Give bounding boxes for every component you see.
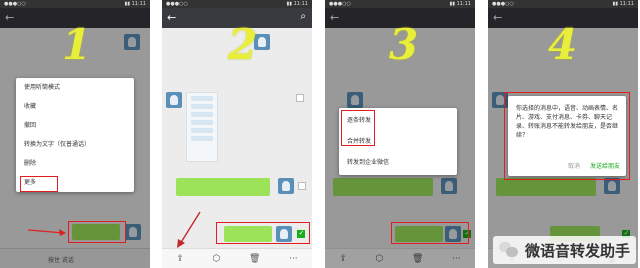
- trash-icon[interactable]: 🗑: [249, 254, 260, 264]
- highlight-box: [216, 222, 310, 244]
- status-bar: ●●●○○ ▮▮ 11:11: [0, 0, 150, 8]
- arrow-icon: [177, 211, 201, 248]
- more-icon[interactable]: ···: [289, 254, 298, 264]
- highlight-box: [20, 176, 58, 192]
- screenshot-step-3: ●●●○○▮▮ 11:11 ← ⇪ ⬡ 🗑 ··· 逐条转发 合并转发 转发到企…: [325, 0, 475, 268]
- wechat-logo-icon: [498, 242, 519, 258]
- status-bar: ●●●○○ ▮▮ 11:11: [488, 0, 638, 8]
- context-menu: 使用听筒模式 收藏 撤回 转换为文字（仅普通话） 删除 更多: [16, 78, 134, 192]
- screenshot-step-2: ●●●○○▮▮ 11:11 ← ⌕ ⇪ ⬡ 🗑 ··· 2: [162, 0, 312, 268]
- voice-bubble[interactable]: [176, 178, 270, 196]
- watermark: 微语音转发助手: [492, 236, 636, 264]
- step-number: 1: [62, 20, 92, 69]
- avatar: [166, 92, 182, 108]
- search-icon[interactable]: ⌕: [300, 11, 306, 22]
- step-number: 4: [548, 20, 578, 69]
- status-bar: ●●●○○ ▮▮ 11:11: [325, 0, 475, 8]
- menu-item-forward-to-wework[interactable]: 转发到企业微信: [339, 152, 457, 173]
- menu-item-convert-to-text[interactable]: 转换为文字（仅普通话）: [16, 135, 134, 154]
- avatar: [278, 178, 294, 194]
- highlight-box: [341, 110, 375, 146]
- menu-item-recall[interactable]: 撤回: [16, 116, 134, 135]
- step-number: 3: [389, 20, 419, 69]
- back-icon[interactable]: ←: [167, 11, 176, 24]
- multi-select-toolbar: ⇪ ⬡ 🗑 ···: [162, 248, 312, 268]
- image-message[interactable]: [186, 92, 218, 162]
- step-number: 2: [228, 20, 258, 69]
- highlight-box: [504, 92, 630, 180]
- menu-item-favorite[interactable]: 收藏: [16, 97, 134, 116]
- share-icon[interactable]: ⇪: [176, 254, 184, 264]
- screenshot-step-1: ●●●○○ ▮▮ 11:11 ← 按住 说话 使用听筒模式 收藏 撤回 转换为文字…: [0, 0, 150, 268]
- highlight-box: [391, 222, 469, 244]
- select-checkbox[interactable]: [296, 94, 304, 102]
- screenshot-step-4: ●●●○○▮▮ 11:11 ← ⇪ ⬡ 🗑 你选择的消息中，语音、动画表情、名片…: [488, 0, 638, 268]
- cube-icon[interactable]: ⬡: [213, 254, 221, 264]
- watermark-text: 微语音转发助手: [524, 241, 630, 260]
- status-bar: ●●●○○ ▮▮ 11:11: [162, 0, 312, 8]
- highlight-box: [68, 221, 126, 243]
- menu-item-earpiece-mode[interactable]: 使用听筒模式: [16, 78, 134, 97]
- menu-item-delete[interactable]: 删除: [16, 154, 134, 173]
- select-checkbox[interactable]: [298, 182, 306, 190]
- arrow-icon: [28, 229, 66, 236]
